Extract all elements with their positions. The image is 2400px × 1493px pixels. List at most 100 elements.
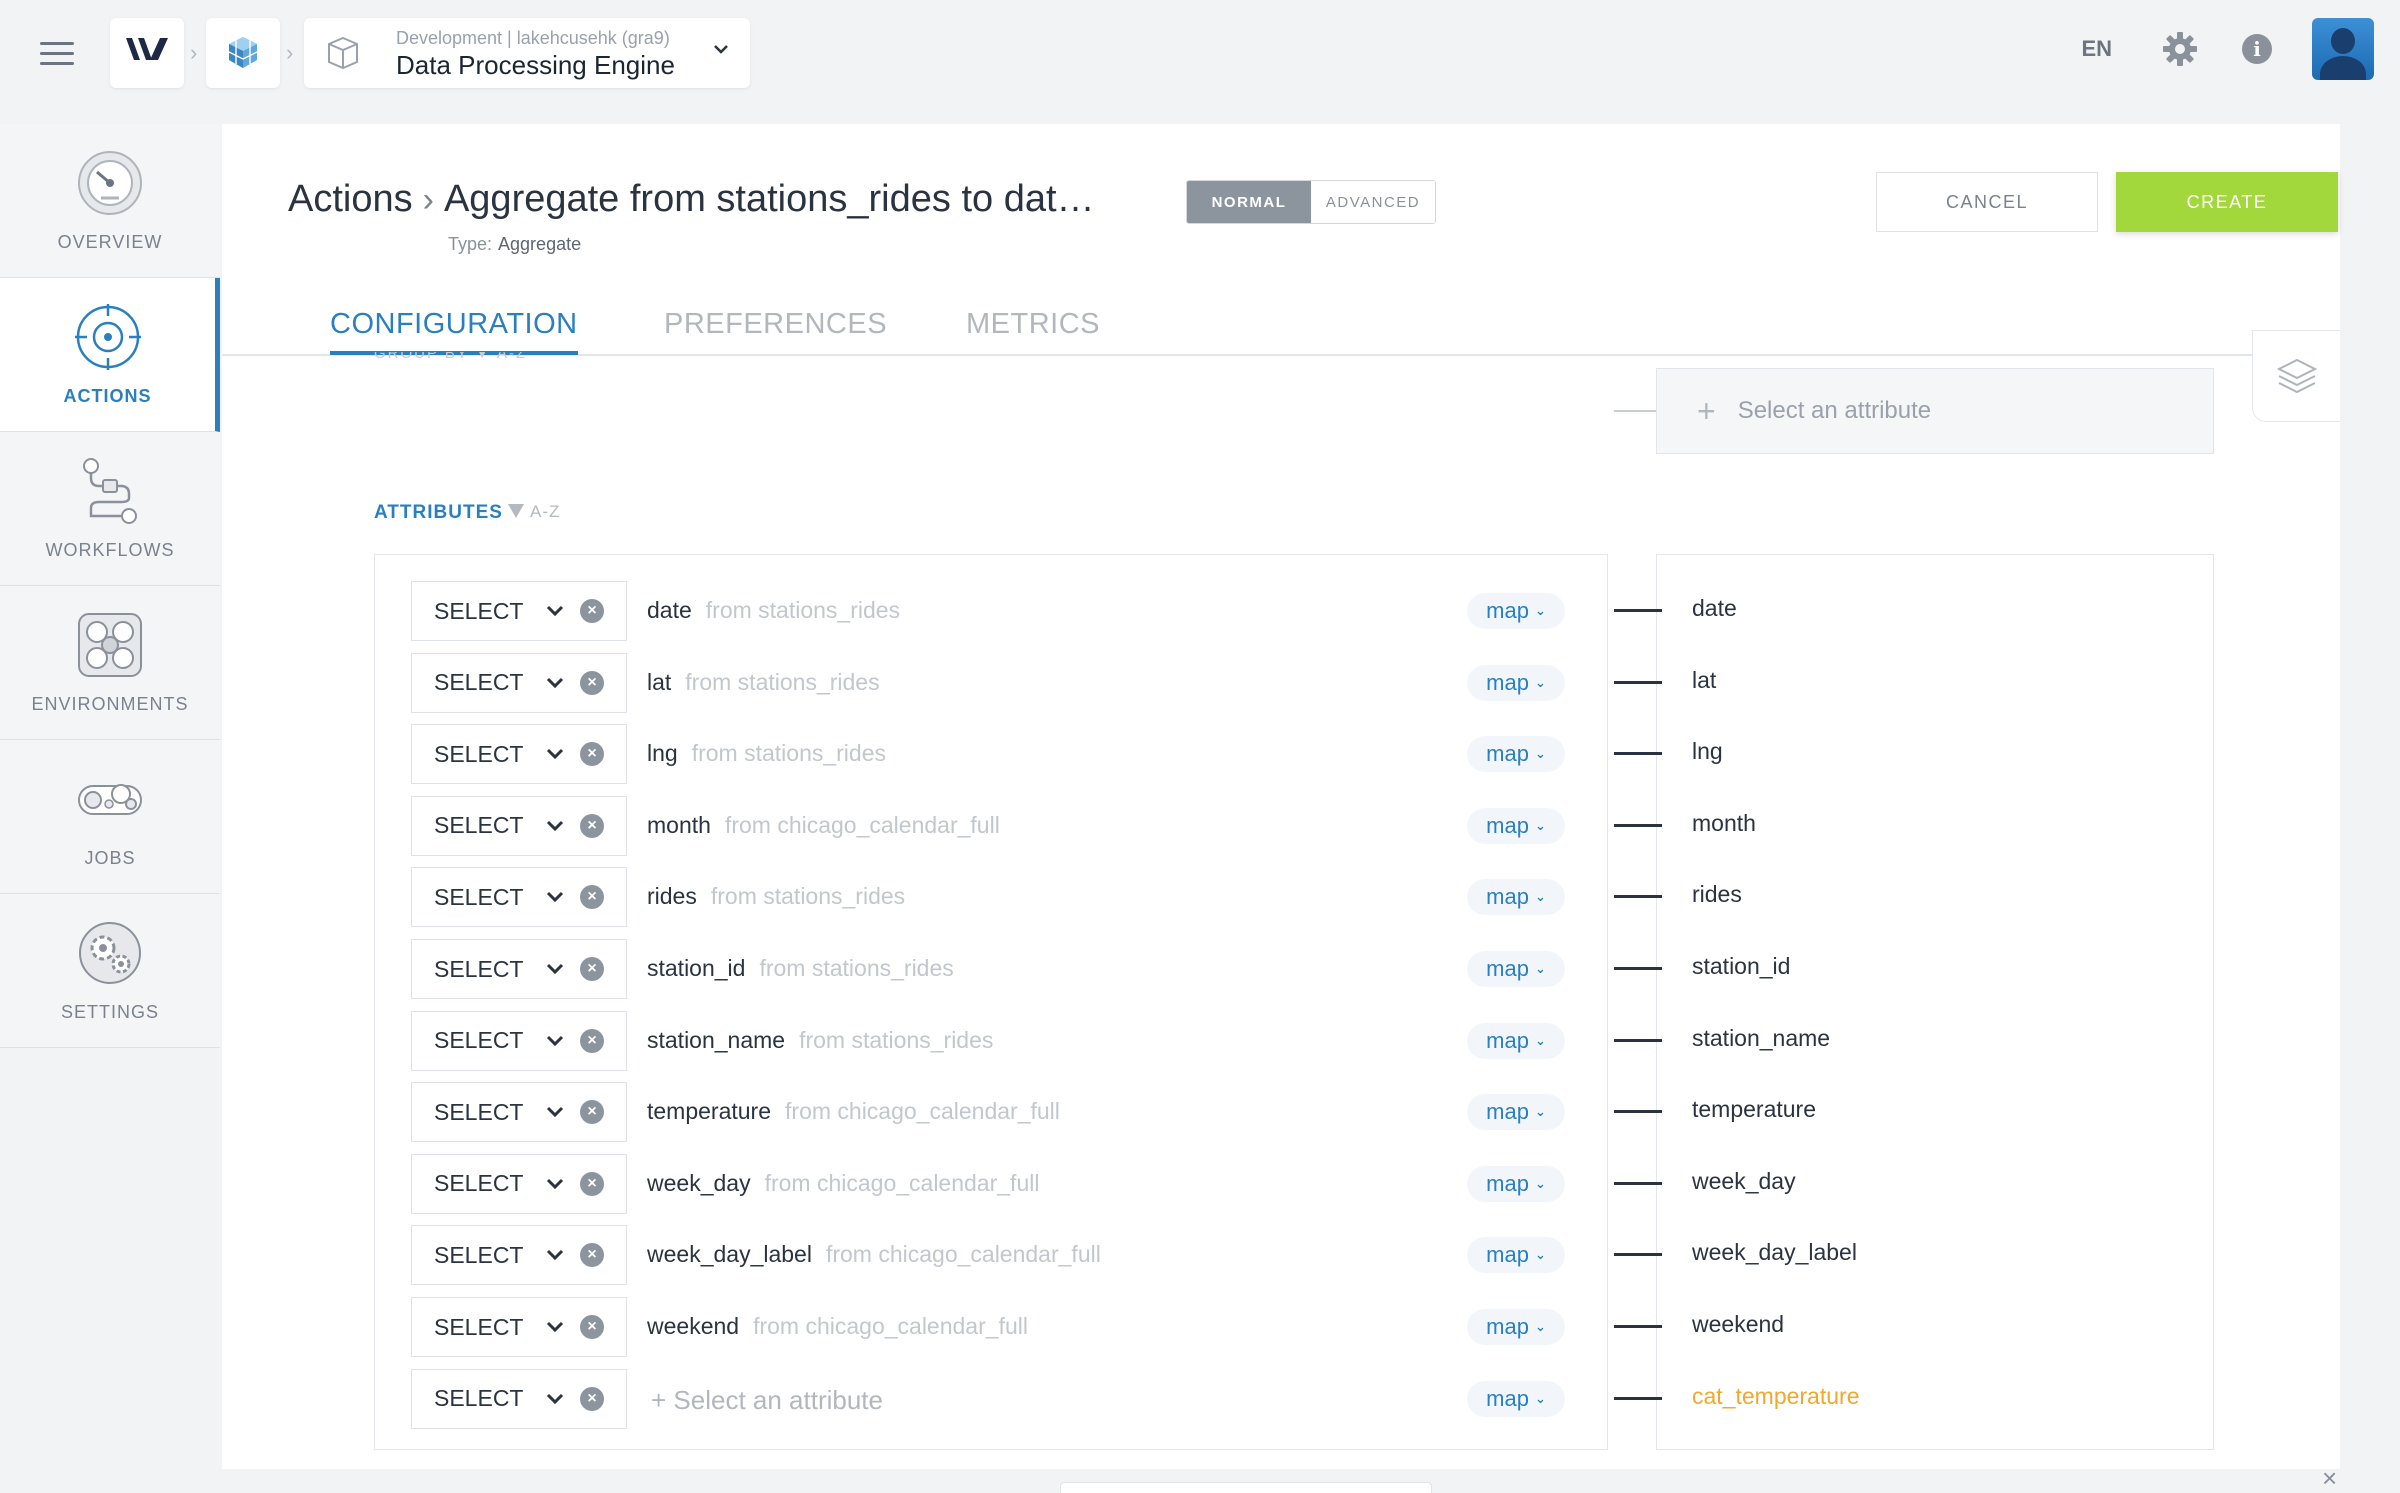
target-icon — [74, 304, 141, 370]
row-connector — [1614, 1038, 1662, 1042]
chevron-down-icon — [546, 963, 564, 975]
map-dropdown[interactable]: map ⌄ — [1467, 1237, 1565, 1274]
output-attribute[interactable]: weekend — [1692, 1311, 1784, 1338]
sidebar-item-actions[interactable]: ACTIONS — [0, 278, 220, 432]
remove-icon[interactable]: × — [580, 670, 604, 695]
language-selector[interactable]: EN — [2081, 36, 2112, 62]
operation-select[interactable]: SELECT × — [411, 795, 627, 856]
close-icon[interactable]: × — [2322, 1465, 2337, 1491]
remove-icon[interactable]: × — [580, 1386, 604, 1411]
sort-toggle[interactable]: A-Z — [508, 502, 560, 522]
group-by-header: GROUP BY ▼ A-Z — [374, 352, 528, 362]
ovh-logo[interactable] — [110, 18, 184, 88]
output-attribute[interactable]: cat_temperature — [1692, 1383, 1859, 1410]
output-attribute[interactable]: lat — [1692, 667, 1716, 694]
map-dropdown[interactable]: map ⌄ — [1467, 593, 1565, 629]
map-dropdown[interactable]: map ⌄ — [1467, 807, 1565, 844]
output-attribute[interactable]: temperature — [1692, 1096, 1816, 1123]
operation-value: SELECT — [434, 1170, 524, 1197]
remove-icon[interactable]: × — [580, 1171, 604, 1196]
output-attribute[interactable]: date — [1692, 595, 1737, 622]
row-connector — [1614, 680, 1662, 684]
table-row: SELECT × week_day from chicago_calendar_ful… — [375, 1153, 1607, 1214]
operation-select[interactable]: SELECT × — [411, 1153, 627, 1214]
chevron-down-icon — [546, 892, 564, 903]
chevron-down-icon: ⌄ — [1534, 674, 1546, 690]
map-dropdown[interactable]: map ⌄ — [1467, 951, 1565, 987]
sidebar-item-workflows[interactable]: WORKFLOWS — [0, 432, 220, 586]
sidebar-item-environments[interactable]: ENVIRONMENTS — [0, 586, 220, 740]
project-selector[interactable]: Development | lakehcusehk (gra9) Data Pr… — [304, 18, 750, 88]
action-name: Aggregate from stations_rides to dat… — [443, 178, 1095, 220]
create-button[interactable]: CREATE — [2116, 172, 2338, 232]
tab-preferences[interactable]: PREFERENCES — [664, 308, 887, 341]
gear-icon[interactable] — [2162, 31, 2198, 67]
operation-select[interactable]: SELECT × — [411, 1082, 627, 1143]
map-dropdown[interactable]: map ⌄ — [1467, 736, 1565, 773]
output-attribute[interactable]: week_day — [1692, 1168, 1796, 1195]
table-row: SELECT × weekend from chicago_calendar_full… — [375, 1297, 1607, 1357]
operation-select[interactable]: SELECT × — [411, 1368, 627, 1429]
breadcrumb-actions[interactable]: Actions — [288, 178, 413, 220]
chevron-down-icon: ⌄ — [1534, 817, 1546, 833]
data-platform-crumb[interactable] — [206, 18, 280, 88]
map-dropdown[interactable]: map ⌄ — [1467, 1309, 1565, 1345]
remove-icon[interactable]: × — [580, 1315, 604, 1339]
remove-icon[interactable]: × — [580, 813, 604, 838]
operation-select[interactable]: SELECT × — [411, 867, 627, 928]
mode-advanced-button[interactable]: ADVANCED — [1311, 181, 1435, 223]
row-connector — [1614, 1396, 1662, 1400]
map-dropdown[interactable]: map ⌄ — [1467, 1022, 1565, 1059]
output-attribute[interactable]: station_id — [1692, 953, 1790, 980]
tab-metrics[interactable]: METRICS — [966, 308, 1100, 341]
remove-icon[interactable]: × — [580, 957, 604, 981]
remove-icon[interactable]: × — [580, 1028, 604, 1053]
map-dropdown[interactable]: map ⌄ — [1467, 1380, 1565, 1417]
row-connector — [1614, 609, 1662, 612]
row-connector — [1614, 752, 1662, 756]
operation-select[interactable]: SELECT × — [411, 1297, 627, 1357]
cogs-icon — [79, 922, 141, 984]
operation-select[interactable]: SELECT × — [411, 581, 627, 641]
attribute-source: from stations_rides — [691, 740, 887, 767]
avatar[interactable] — [2312, 18, 2374, 80]
sidebar-item-jobs[interactable]: JOBS — [0, 740, 220, 894]
map-dropdown[interactable]: map ⌄ — [1467, 1094, 1565, 1131]
tab-configuration[interactable]: CONFIGURATION — [330, 308, 578, 355]
remove-icon[interactable]: × — [580, 1243, 604, 1268]
output-attribute[interactable]: month — [1692, 810, 1756, 837]
bottom-panel-tab[interactable] — [1060, 1482, 1432, 1493]
group-by-select[interactable]: + Select an attribute — [1656, 368, 2214, 454]
layers-toggle[interactable] — [2252, 330, 2340, 422]
operation-select[interactable]: SELECT × — [411, 652, 627, 713]
chevron-down-icon: ⌄ — [1534, 1032, 1546, 1048]
row-connector — [1614, 1253, 1662, 1257]
output-attribute[interactable]: week_day_label — [1692, 1239, 1857, 1266]
sidebar-item-settings[interactable]: SETTINGS — [0, 894, 220, 1048]
select-attribute-placeholder[interactable]: + Select an attribute — [651, 1385, 883, 1416]
cancel-button[interactable]: CANCEL — [1876, 172, 2098, 232]
remove-icon[interactable]: × — [580, 885, 604, 910]
remove-icon[interactable]: × — [580, 742, 604, 767]
remove-icon[interactable]: × — [580, 1100, 604, 1125]
chevron-down-icon — [546, 820, 564, 831]
output-attribute[interactable]: rides — [1692, 881, 1742, 908]
menu-icon[interactable] — [40, 42, 74, 66]
map-dropdown[interactable]: map ⌄ — [1467, 664, 1565, 701]
operation-select[interactable]: SELECT × — [411, 724, 627, 785]
map-dropdown[interactable]: map ⌄ — [1467, 879, 1565, 916]
plus-icon: + — [1697, 392, 1716, 429]
attribute-source: from chicago_calendar_full — [764, 1169, 1040, 1196]
output-attribute[interactable]: station_name — [1692, 1025, 1830, 1052]
attribute-source: from stations_rides — [799, 1026, 994, 1053]
output-attribute[interactable]: lng — [1692, 738, 1723, 765]
remove-icon[interactable]: × — [580, 599, 604, 623]
operation-select[interactable]: SELECT × — [411, 1010, 627, 1071]
map-dropdown[interactable]: map ⌄ — [1467, 1165, 1565, 1202]
operation-select[interactable]: SELECT × — [411, 1225, 627, 1286]
mode-normal-button[interactable]: NORMAL — [1187, 181, 1311, 223]
sidebar-item-overview[interactable]: OVERVIEW — [0, 124, 220, 278]
operation-select[interactable]: SELECT × — [411, 939, 627, 999]
chevron-down-icon[interactable] — [712, 40, 730, 58]
info-icon[interactable]: i — [2242, 34, 2272, 64]
